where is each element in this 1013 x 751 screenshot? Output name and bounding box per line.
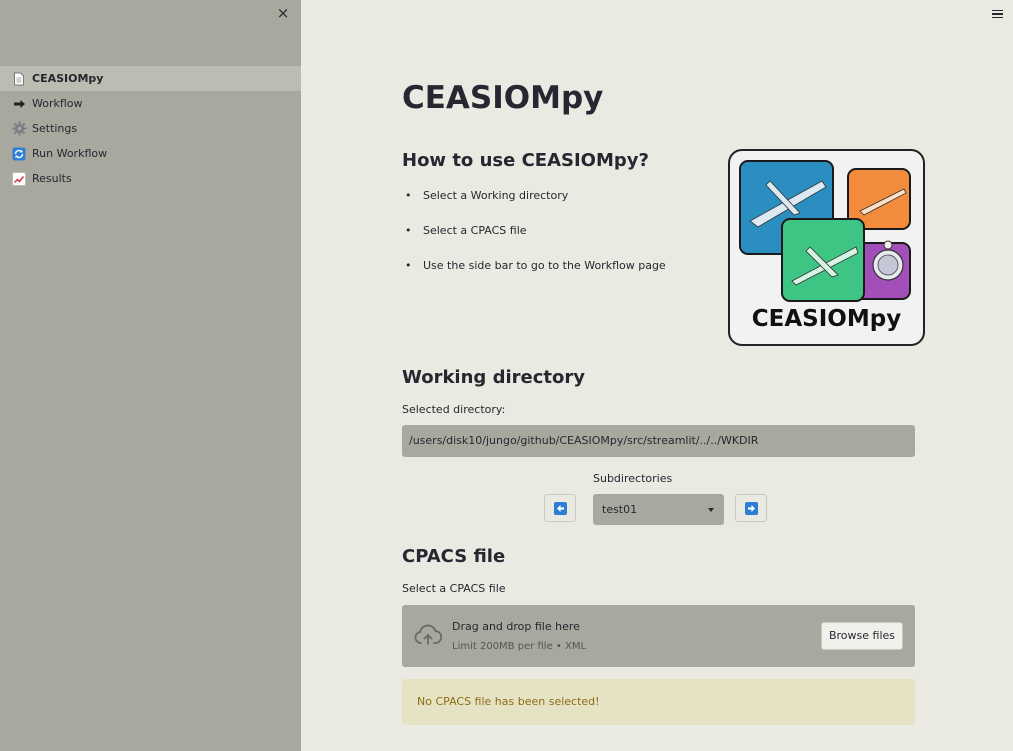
arrow-right-icon bbox=[11, 96, 27, 112]
list-item: Use the side bar to go to the Workflow p… bbox=[405, 259, 666, 294]
file-dropzone[interactable]: Drag and drop file here Limit 200MB per … bbox=[402, 605, 915, 667]
sidebar-item-run-workflow[interactable]: Run Workflow bbox=[0, 141, 301, 166]
enter-directory-button[interactable] bbox=[735, 494, 767, 522]
sidebar-nav: CEASIOMpy Workflow Settings Run Workflow… bbox=[0, 66, 301, 191]
cpacs-file-title: CPACS file bbox=[402, 546, 506, 567]
how-to-title: How to use CEASIOMpy? bbox=[402, 150, 649, 171]
sidebar-close-button[interactable]: × bbox=[274, 4, 292, 22]
chevron-down-icon bbox=[708, 508, 714, 512]
refresh-icon bbox=[11, 146, 27, 162]
parent-directory-button[interactable] bbox=[544, 494, 576, 522]
ceasiompy-logo: CEASIOMpy bbox=[728, 149, 925, 346]
logo-text: CEASIOMpy bbox=[751, 306, 902, 332]
sidebar-item-settings[interactable]: Settings bbox=[0, 116, 301, 141]
select-cpacs-label: Select a CPACS file bbox=[402, 582, 506, 595]
dropzone-instructions: Drag and drop file here bbox=[452, 620, 580, 633]
arrow-left-icon bbox=[553, 501, 567, 515]
selected-directory-path: /users/disk10/jungo/github/CEASIOMpy/src… bbox=[402, 425, 915, 457]
page-title: CEASIOMpy bbox=[402, 80, 604, 116]
document-icon bbox=[11, 71, 27, 87]
how-to-steps: Select a Working directory Select a CPAC… bbox=[405, 189, 666, 294]
list-item: Select a Working directory bbox=[405, 189, 666, 224]
sidebar-item-label: Settings bbox=[32, 122, 78, 135]
sidebar-item-workflow[interactable]: Workflow bbox=[0, 91, 301, 116]
gear-icon bbox=[11, 121, 27, 137]
browse-files-button[interactable]: Browse files bbox=[821, 622, 903, 650]
arrow-right-icon bbox=[744, 501, 758, 515]
working-directory-title: Working directory bbox=[402, 367, 585, 388]
sidebar-item-label: Workflow bbox=[32, 97, 83, 110]
cloud-upload-icon bbox=[414, 624, 443, 650]
sidebar-item-label: CEASIOMpy bbox=[32, 72, 104, 85]
subdirectory-select[interactable]: test01 bbox=[593, 494, 724, 525]
subdirectories-label: Subdirectories bbox=[593, 472, 673, 485]
subdirectory-selected-value: test01 bbox=[602, 503, 638, 516]
main-content: CEASIOMpy How to use CEASIOMpy? Select a… bbox=[301, 0, 1013, 751]
sidebar: × CEASIOMpy Workflow Settings Run Workfl… bbox=[0, 0, 301, 751]
sidebar-item-label: Run Workflow bbox=[32, 147, 108, 160]
sidebar-item-label: Results bbox=[32, 172, 72, 185]
dropzone-limit: Limit 200MB per file • XML bbox=[452, 641, 587, 652]
no-cpacs-warning: No CPACS file has been selected! bbox=[402, 679, 915, 725]
selected-directory-label: Selected directory: bbox=[402, 403, 506, 416]
sidebar-item-ceasiompy[interactable]: CEASIOMpy bbox=[0, 66, 301, 91]
sidebar-item-results[interactable]: Results bbox=[0, 166, 301, 191]
list-item: Select a CPACS file bbox=[405, 224, 666, 259]
chart-icon bbox=[11, 171, 27, 187]
